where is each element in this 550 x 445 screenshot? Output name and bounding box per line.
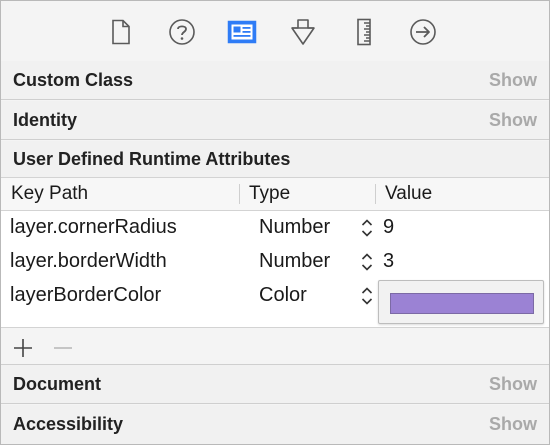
attributes-table-body: layer.cornerRadius Number 9 layer.border…	[1, 211, 549, 328]
identity-show-button[interactable]: Show	[489, 110, 537, 131]
column-divider[interactable]	[375, 184, 376, 204]
color-well[interactable]	[378, 280, 544, 324]
runtime-attributes-section-header[interactable]: User Defined Runtime Attributes	[1, 141, 549, 178]
type-cell[interactable]: Color	[259, 284, 307, 307]
type-popup-chevrons-icon[interactable]	[360, 285, 374, 307]
column-divider[interactable]	[239, 184, 240, 204]
custom-class-section-header[interactable]: Custom Class Show	[1, 61, 549, 100]
type-popup-chevrons-icon[interactable]	[360, 251, 374, 273]
help-inspector-tab[interactable]	[165, 15, 199, 49]
file-inspector-tab[interactable]	[104, 15, 138, 49]
file-inspector-icon	[112, 19, 130, 45]
type-cell[interactable]: Number	[259, 216, 330, 239]
connections-inspector-tab[interactable]	[406, 15, 440, 49]
table-row[interactable]: layerBorderColor Color	[1, 279, 549, 327]
identity-inspector-panel: Custom Class Show Identity Show User Def…	[0, 0, 550, 445]
size-inspector-tab[interactable]	[347, 15, 381, 49]
column-header-value[interactable]: Value	[385, 183, 432, 205]
color-swatch	[390, 293, 534, 314]
runtime-attributes-title: User Defined Runtime Attributes	[13, 148, 291, 169]
custom-class-title: Custom Class	[13, 69, 134, 90]
connections-inspector-icon	[410, 19, 436, 45]
plus-icon[interactable]	[11, 336, 35, 360]
attributes-inspector-tab[interactable]	[286, 15, 320, 49]
type-cell[interactable]: Number	[259, 250, 330, 273]
type-popup-chevrons-icon[interactable]	[360, 217, 374, 239]
key-path-cell[interactable]: layerBorderColor	[10, 284, 161, 307]
inspector-toolbar	[1, 1, 549, 62]
identity-section-header[interactable]: Identity Show	[1, 101, 549, 140]
help-inspector-icon	[169, 19, 195, 45]
value-cell[interactable]: 3	[383, 250, 394, 273]
column-header-type[interactable]: Type	[249, 183, 290, 205]
minus-icon[interactable]	[51, 336, 75, 360]
table-row[interactable]: layer.borderWidth Number 3	[1, 245, 549, 278]
key-path-cell[interactable]: layer.cornerRadius	[10, 216, 177, 239]
document-title: Document	[13, 373, 102, 394]
size-inspector-icon	[357, 18, 371, 46]
identity-inspector-tab[interactable]	[225, 15, 259, 49]
value-cell[interactable]: 9	[383, 216, 394, 239]
key-path-cell[interactable]: layer.borderWidth	[10, 250, 167, 273]
document-section-header[interactable]: Document Show	[1, 365, 549, 404]
identity-inspector-icon	[227, 20, 257, 44]
add-remove-bar	[1, 328, 549, 365]
document-show-button[interactable]: Show	[489, 374, 537, 395]
accessibility-show-button[interactable]: Show	[489, 414, 537, 435]
table-row[interactable]: layer.cornerRadius Number 9	[1, 211, 549, 244]
custom-class-show-button[interactable]: Show	[489, 70, 537, 91]
attributes-table-header: Key Path Type Value	[1, 178, 549, 211]
accessibility-title: Accessibility	[13, 414, 124, 434]
attributes-inspector-icon	[291, 19, 315, 45]
identity-title: Identity	[13, 109, 78, 130]
accessibility-section-header[interactable]: Accessibility Show	[1, 405, 549, 444]
column-header-key-path[interactable]: Key Path	[11, 183, 88, 205]
